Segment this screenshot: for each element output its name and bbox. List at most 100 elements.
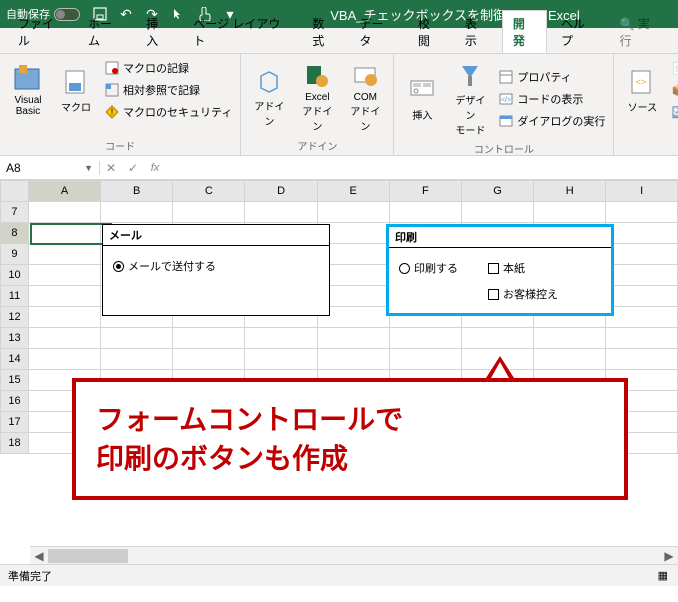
insert-control-icon <box>406 75 438 107</box>
insert-control-button[interactable]: 挿入 <box>400 73 444 124</box>
map-props-button[interactable]: 📄対応付 <box>668 58 678 78</box>
print-groupbox-title: 印刷 <box>389 227 611 248</box>
excel-addins-button[interactable]: Excel アドイン <box>295 58 339 135</box>
code-icon: </> <box>498 91 514 107</box>
group-label-addins: アドイン <box>247 136 387 153</box>
macros-button[interactable]: マクロ <box>54 65 98 116</box>
design-mode-button[interactable]: デザイン モード <box>448 58 492 139</box>
print-check-okyaku[interactable]: お客様控え <box>488 286 558 302</box>
view-code-button[interactable]: </>コードの表示 <box>496 89 607 109</box>
expand-icon: 📦 <box>670 82 678 98</box>
svg-text:!: ! <box>111 107 114 117</box>
group-label-code: コード <box>6 136 234 153</box>
row-header[interactable]: 13 <box>1 328 29 349</box>
callout-arrow-icon <box>486 356 514 378</box>
group-label-xml <box>620 151 678 153</box>
refresh-icon: 🔄 <box>670 104 678 120</box>
tab-data[interactable]: データ <box>349 11 404 53</box>
tab-search[interactable]: 🔍 実行 <box>609 11 670 53</box>
visual-basic-button[interactable]: Visual Basic <box>6 61 50 119</box>
autosave-toggle[interactable] <box>54 8 80 21</box>
record-icon <box>104 60 120 76</box>
row-header[interactable]: 15 <box>1 370 29 391</box>
horizontal-scrollbar[interactable]: ◀ ▶ <box>30 546 678 564</box>
print-groupbox[interactable]: 印刷 印刷する 本紙 お客様控え <box>386 224 614 316</box>
row-header[interactable]: 16 <box>1 391 29 412</box>
row-header[interactable]: 8 <box>1 223 29 244</box>
vb-icon <box>12 63 44 95</box>
namebox-dropdown-icon[interactable]: ▼ <box>84 163 93 173</box>
col-header[interactable]: D <box>245 181 317 202</box>
svg-text:<>: <> <box>636 77 647 87</box>
macro-security-button[interactable]: !マクロのセキュリティ <box>102 102 234 122</box>
status-bar: 準備完了 ▦ <box>0 564 678 586</box>
row-header[interactable]: 10 <box>1 265 29 286</box>
row-header[interactable]: 12 <box>1 307 29 328</box>
source-button[interactable]: <> ソース <box>620 65 664 116</box>
print-radio-option[interactable]: 印刷する <box>399 260 458 276</box>
annotation-callout: フォームコントロールで 印刷のボタンも作成 <box>72 378 628 500</box>
map-icon: 📄 <box>670 60 678 76</box>
row-header[interactable]: 7 <box>1 202 29 223</box>
radio-icon <box>113 261 124 272</box>
col-header[interactable]: I <box>606 181 678 202</box>
security-icon: ! <box>104 104 120 120</box>
record-macro-button[interactable]: マクロの記録 <box>102 58 234 78</box>
tab-insert[interactable]: 挿入 <box>136 11 179 53</box>
name-box[interactable]: A8 ▼ <box>0 161 100 175</box>
tab-developer[interactable]: 開発 <box>502 10 547 53</box>
col-header[interactable]: F <box>389 181 461 202</box>
col-header[interactable]: E <box>317 181 389 202</box>
row-header[interactable]: 18 <box>1 433 29 454</box>
scroll-left-icon[interactable]: ◀ <box>30 548 48 564</box>
addin-icon <box>253 66 285 98</box>
design-icon <box>454 60 486 92</box>
mail-groupbox-title: メール <box>103 225 329 246</box>
run-dialog-button[interactable]: ダイアログの実行 <box>496 111 607 131</box>
tab-help[interactable]: ヘルプ <box>551 11 606 53</box>
radio-icon <box>399 263 410 274</box>
props-icon <box>498 69 514 85</box>
properties-button[interactable]: プロパティ <box>496 67 607 87</box>
svg-text:</>: </> <box>501 97 511 104</box>
scroll-thumb[interactable] <box>48 549 128 563</box>
tab-home[interactable]: ホーム <box>78 11 132 53</box>
print-check-honshi[interactable]: 本紙 <box>488 260 558 276</box>
col-header[interactable]: A <box>28 181 100 202</box>
checkbox-icon <box>488 263 499 274</box>
scroll-right-icon[interactable]: ▶ <box>660 548 678 564</box>
dialog-icon <box>498 113 514 129</box>
source-icon: <> <box>626 67 658 99</box>
tab-review[interactable]: 校閲 <box>408 11 451 53</box>
view-normal-icon[interactable]: ▦ <box>658 569 668 582</box>
mail-groupbox[interactable]: メール メールで送付する <box>102 224 330 316</box>
excel-addin-icon <box>301 60 333 92</box>
col-header[interactable]: G <box>461 181 533 202</box>
col-header[interactable]: H <box>534 181 606 202</box>
row-header[interactable]: 17 <box>1 412 29 433</box>
cancel-formula-button[interactable]: ✕ <box>100 161 122 175</box>
com-addins-button[interactable]: COM アドイン <box>343 58 387 135</box>
col-header[interactable]: B <box>101 181 173 202</box>
mail-radio-option[interactable]: メールで送付する <box>113 258 216 274</box>
relative-icon <box>104 82 120 98</box>
ribbon-tabs: ファイル ホーム 挿入 ページ レイアウト 数式 データ 校閲 表示 開発 ヘル… <box>0 28 678 54</box>
addins-button[interactable]: アドイン <box>247 64 291 130</box>
relative-ref-button[interactable]: 相対参照で記録 <box>102 80 234 100</box>
row-header[interactable]: 9 <box>1 244 29 265</box>
refresh-data-button[interactable]: 🔄データの <box>668 102 678 122</box>
row-header[interactable]: 14 <box>1 349 29 370</box>
checkbox-icon <box>488 289 499 300</box>
macros-icon <box>60 67 92 99</box>
col-header[interactable]: C <box>173 181 245 202</box>
select-all-corner[interactable] <box>1 181 29 202</box>
tab-pagelayout[interactable]: ページ レイアウト <box>183 11 298 53</box>
fx-button[interactable]: fx <box>144 162 166 174</box>
tab-view[interactable]: 表示 <box>455 11 498 53</box>
expansion-button[interactable]: 📦拡張パ <box>668 80 678 100</box>
row-header[interactable]: 11 <box>1 286 29 307</box>
confirm-formula-button[interactable]: ✓ <box>122 161 144 175</box>
status-ready: 準備完了 <box>8 568 52 584</box>
com-addin-icon <box>349 60 381 92</box>
tab-formulas[interactable]: 数式 <box>302 11 345 53</box>
